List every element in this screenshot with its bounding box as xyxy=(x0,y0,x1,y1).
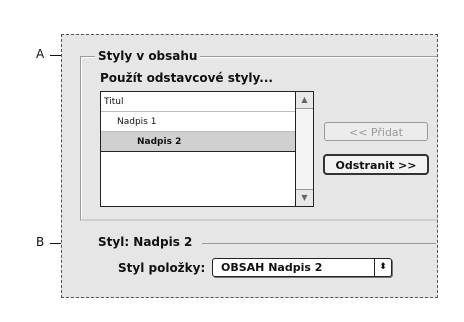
callout-a-label: A xyxy=(36,47,45,61)
style-group-separator xyxy=(202,243,436,244)
entry-style-value: OBSAH Nadpis 2 xyxy=(221,261,323,274)
entry-style-popup[interactable]: OBSAH Nadpis 2 ⬍ xyxy=(212,258,392,277)
list-item-label: Nadpis 2 xyxy=(137,137,182,147)
styles-list-heading: Použít odstavcové styly... xyxy=(100,71,273,85)
callout-b-label: B xyxy=(36,235,45,249)
entry-style-label: Styl položky: xyxy=(118,261,206,275)
styles-scrollbar[interactable]: ▲ ▼ xyxy=(295,92,313,206)
remove-button[interactable]: Odstranit >> xyxy=(324,155,428,174)
dialog-panel: Styly v obsahu Použít odstavcové styly..… xyxy=(61,34,438,298)
list-item-label: Nadpis 1 xyxy=(117,117,157,127)
list-item-nadpis-2[interactable]: Nadpis 2 xyxy=(101,132,295,152)
scroll-down-icon[interactable]: ▼ xyxy=(296,189,313,206)
scroll-up-icon[interactable]: ▲ xyxy=(296,92,313,109)
popup-arrows-icon: ⬍ xyxy=(374,259,391,276)
list-item-titul[interactable]: Titul xyxy=(101,92,295,112)
list-item-label: Titul xyxy=(104,97,124,107)
list-item-nadpis-1[interactable]: Nadpis 1 xyxy=(101,112,295,132)
add-button[interactable]: << Přidat xyxy=(324,122,428,141)
styles-listbox[interactable]: Titul Nadpis 1 Nadpis 2 ▲ ▼ xyxy=(100,91,314,207)
contents-group-title: Styly v obsahu xyxy=(95,49,201,63)
style-group-title: Styl: Nadpis 2 xyxy=(95,235,196,249)
